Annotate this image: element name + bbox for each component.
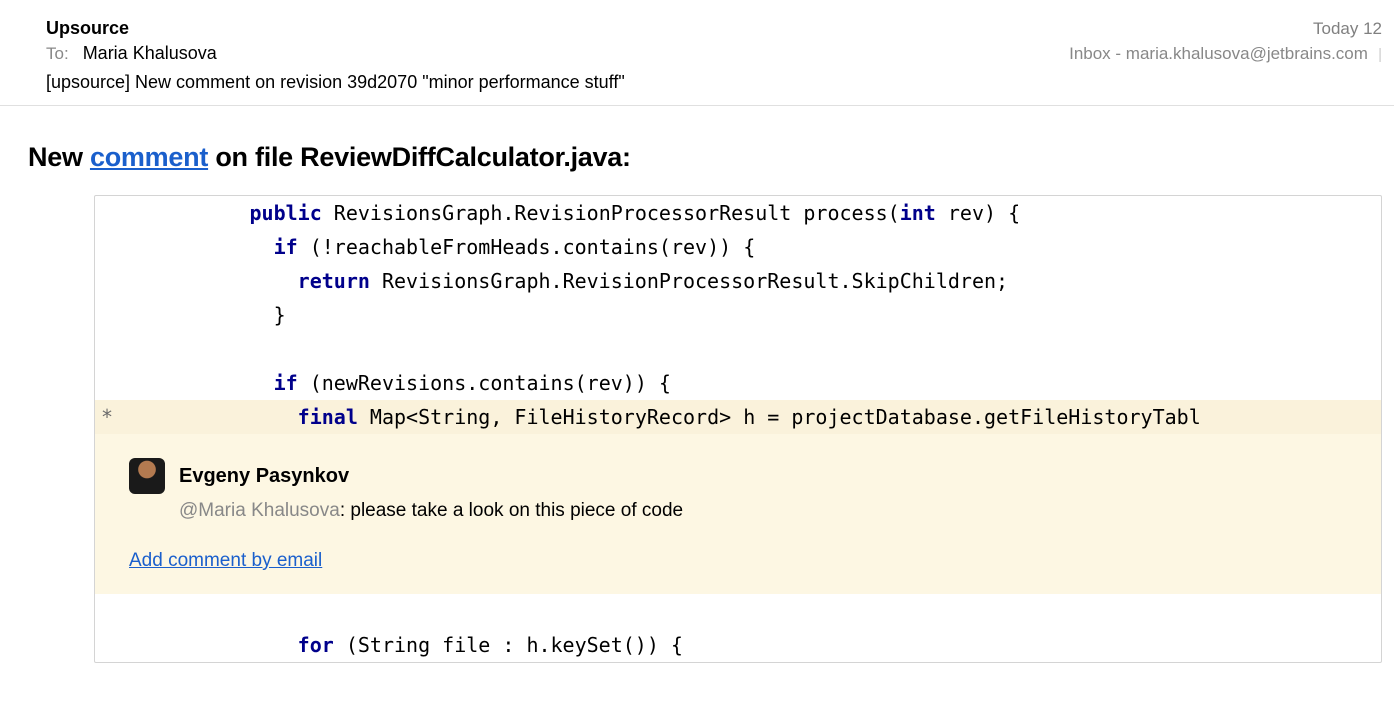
code-lines: public RevisionsGraph.RevisionProcessorR… xyxy=(95,196,1381,434)
code-line: if (!reachableFromHeads.contains(rev)) { xyxy=(95,230,1381,264)
email-subject: [upsource] New comment on revision 39d20… xyxy=(46,72,1382,93)
comment-block: Evgeny Pasynkov @Maria Khalusova: please… xyxy=(95,434,1381,594)
code-line xyxy=(95,332,1381,366)
email-timestamp: Today 12 xyxy=(1313,19,1382,39)
commenter-name: Evgeny Pasynkov xyxy=(179,465,349,488)
code-line: } xyxy=(95,298,1381,332)
to-label: To: xyxy=(46,44,69,64)
email-header: Upsource Today 12 To: Maria Khalusova In… xyxy=(0,0,1394,106)
code-line: public RevisionsGraph.RevisionProcessorR… xyxy=(95,196,1381,230)
mailbox-label: Inbox - maria.khalusova@jetbrains.com xyxy=(1069,44,1368,63)
heading-prefix: New xyxy=(28,142,90,172)
sender-name: Upsource xyxy=(46,18,129,39)
heading-suffix: on file ReviewDiffCalculator.java: xyxy=(208,142,631,172)
code-line: return RevisionsGraph.RevisionProcessorR… xyxy=(95,264,1381,298)
mention: @Maria Khalusova xyxy=(179,500,340,521)
code-snippet-box: public RevisionsGraph.RevisionProcessorR… xyxy=(94,195,1382,663)
email-body: New comment on file ReviewDiffCalculator… xyxy=(0,106,1394,675)
code-line xyxy=(95,594,1381,628)
comment-body: please take a look on this piece of code xyxy=(350,500,683,521)
gutter-marker: * xyxy=(95,400,117,434)
mention-colon: : xyxy=(340,500,351,521)
code-line: if (newRevisions.contains(rev)) { xyxy=(95,366,1381,400)
code-lines-after: for (String file : h.keySet()) { xyxy=(95,594,1381,662)
add-comment-link[interactable]: Add comment by email xyxy=(129,550,322,572)
code-line: for (String file : h.keySet()) { xyxy=(95,628,1381,662)
comment-text: @Maria Khalusova: please take a look on … xyxy=(179,500,1359,522)
divider-icon: | xyxy=(1378,46,1382,63)
avatar xyxy=(129,458,165,494)
code-line: * final Map<String, FileHistoryRecord> h… xyxy=(95,400,1381,434)
comment-link[interactable]: comment xyxy=(90,142,208,172)
recipient-name: Maria Khalusova xyxy=(83,43,217,64)
heading: New comment on file ReviewDiffCalculator… xyxy=(28,142,1382,173)
